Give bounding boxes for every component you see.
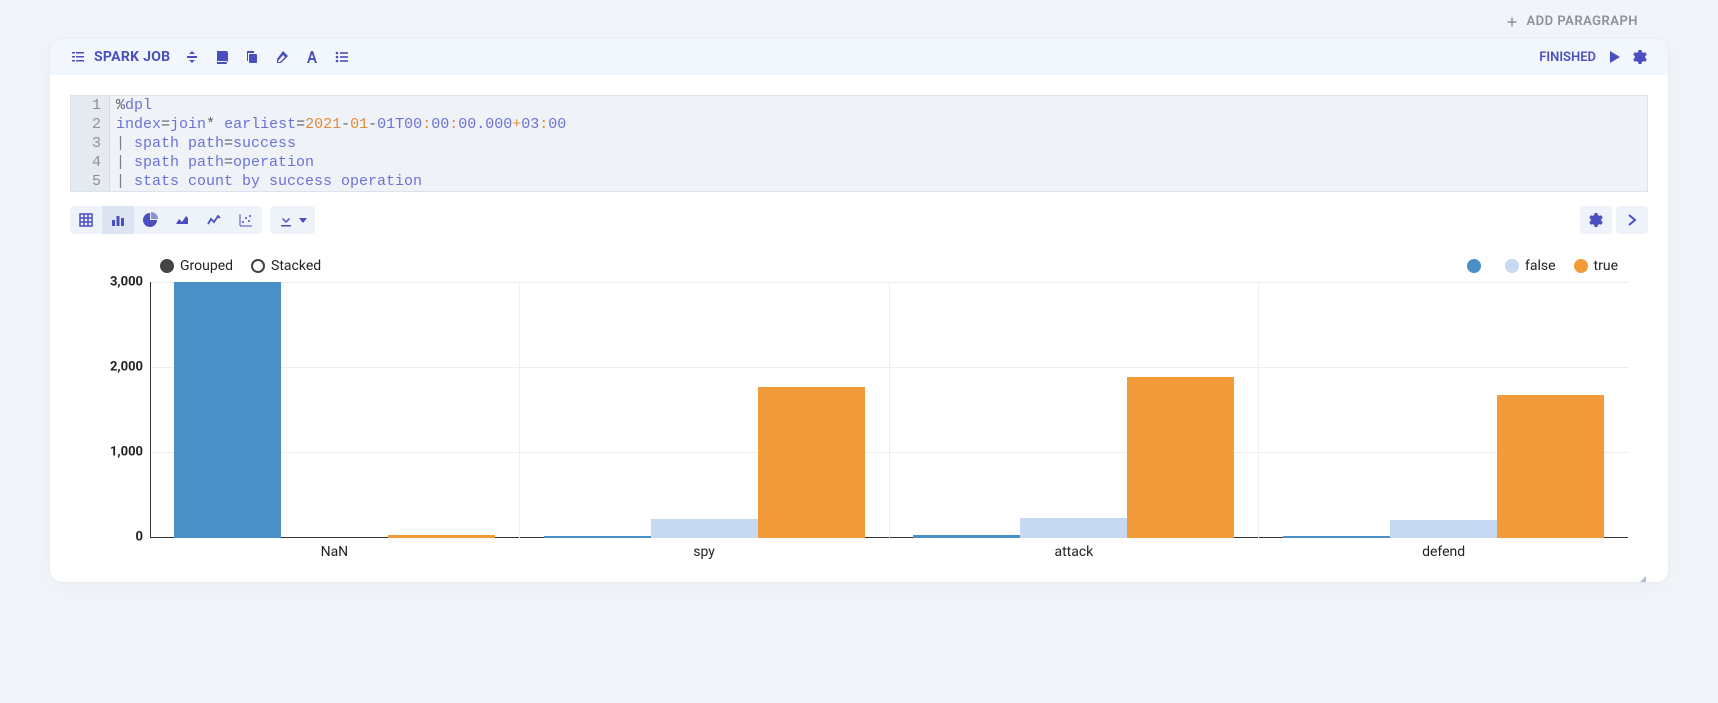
x-tick: spy — [520, 544, 889, 560]
area-chart-button[interactable] — [166, 206, 198, 234]
chart-bar[interactable] — [1390, 520, 1497, 538]
x-tick: attack — [890, 544, 1259, 560]
legend-item[interactable] — [1467, 259, 1487, 273]
chevron-right-icon — [1624, 212, 1640, 228]
chart-legend: false true — [1467, 258, 1618, 274]
radio-empty-icon — [251, 259, 265, 273]
mode-stacked-label: Stacked — [271, 258, 321, 274]
y-tick: 2,000 — [81, 360, 143, 375]
status-label: FINISHED — [1539, 50, 1596, 65]
mode-stacked[interactable]: Stacked — [251, 258, 321, 274]
gear-icon — [1588, 212, 1604, 228]
radio-filled-icon — [160, 259, 174, 273]
chart-plot: 01,0002,0003,000 NaNspyattackdefend — [150, 282, 1628, 562]
table-icon — [78, 212, 94, 228]
chevron-down-icon — [299, 218, 307, 223]
download-button[interactable] — [270, 206, 315, 234]
legend-swatch — [1574, 259, 1588, 273]
download-icon — [278, 212, 294, 228]
chart-bar[interactable] — [1127, 377, 1234, 538]
viz-toolbar — [70, 192, 1648, 238]
line-gutter: 12345 — [71, 96, 110, 191]
y-tick: 0 — [81, 530, 143, 545]
add-paragraph-label: ADD PARAGRAPH — [1526, 14, 1638, 29]
chart-group: defend — [1259, 282, 1628, 538]
collapse-icon[interactable] — [184, 49, 200, 65]
list-icon[interactable] — [334, 49, 350, 65]
chart-group: attack — [890, 282, 1260, 538]
font-icon[interactable] — [304, 49, 320, 65]
chart-bar[interactable] — [758, 387, 865, 538]
mode-grouped[interactable]: Grouped — [160, 258, 233, 274]
chart-bar[interactable] — [388, 535, 495, 538]
legend-swatch — [1505, 259, 1519, 273]
chart-bar[interactable] — [651, 519, 758, 538]
chart-bar[interactable] — [544, 536, 651, 538]
paragraph-titlebar: SPARK JOB FINISHED — [50, 39, 1668, 75]
add-paragraph-button[interactable]: ADD PARAGRAPH — [1506, 14, 1638, 29]
chart-bar[interactable] — [1020, 518, 1127, 538]
pie-chart-button[interactable] — [134, 206, 166, 234]
y-tick: 3,000 — [81, 275, 143, 290]
viz-settings-button[interactable] — [1580, 206, 1612, 234]
bar-chart-button[interactable] — [102, 206, 134, 234]
chart-bar[interactable] — [1497, 395, 1604, 538]
y-tick: 1,000 — [81, 445, 143, 460]
legend-item[interactable]: false — [1505, 258, 1556, 274]
line-chart-icon — [206, 212, 222, 228]
job-icon — [70, 49, 86, 65]
chart-area: Grouped Stacked falsetrue 01,0002,0003,0… — [70, 238, 1648, 562]
legend-label: false — [1525, 258, 1556, 274]
code-editor[interactable]: 12345 %dplindex=join* earliest=2021-01-0… — [70, 95, 1648, 192]
chart-group: NaN — [150, 282, 520, 538]
x-tick: NaN — [150, 544, 519, 560]
book-icon[interactable] — [214, 49, 230, 65]
chart-bar[interactable] — [913, 535, 1020, 538]
mode-grouped-label: Grouped — [180, 258, 233, 274]
legend-item[interactable]: true — [1574, 258, 1618, 274]
area-chart-icon — [174, 212, 190, 228]
erase-icon[interactable] — [274, 49, 290, 65]
copy-icon[interactable] — [244, 49, 260, 65]
plus-icon — [1506, 16, 1518, 28]
gear-icon[interactable] — [1632, 49, 1648, 65]
chart-bar[interactable] — [1283, 536, 1390, 538]
resize-handle[interactable] — [1634, 576, 1646, 582]
paragraph-title: SPARK JOB — [70, 49, 170, 65]
bar-chart-icon — [110, 212, 126, 228]
scatter-chart-button[interactable] — [230, 206, 262, 234]
paragraph-title-text: SPARK JOB — [94, 49, 170, 65]
legend-label: true — [1594, 258, 1618, 274]
line-chart-button[interactable] — [198, 206, 230, 234]
run-icon[interactable] — [1606, 49, 1622, 65]
expand-button[interactable] — [1616, 206, 1648, 234]
chart-bar[interactable] — [174, 282, 281, 538]
chart-mode-toggle: Grouped Stacked — [160, 258, 321, 274]
legend-swatch — [1467, 259, 1481, 273]
table-view-button[interactable] — [70, 206, 102, 234]
pie-chart-icon — [142, 212, 158, 228]
chart-group: spy — [520, 282, 890, 538]
scatter-chart-icon — [238, 212, 254, 228]
x-tick: defend — [1259, 544, 1628, 560]
code-lines[interactable]: %dplindex=join* earliest=2021-01-01T00:0… — [110, 96, 1647, 191]
notebook-paragraph: SPARK JOB FINISHED 1234 — [50, 39, 1668, 582]
